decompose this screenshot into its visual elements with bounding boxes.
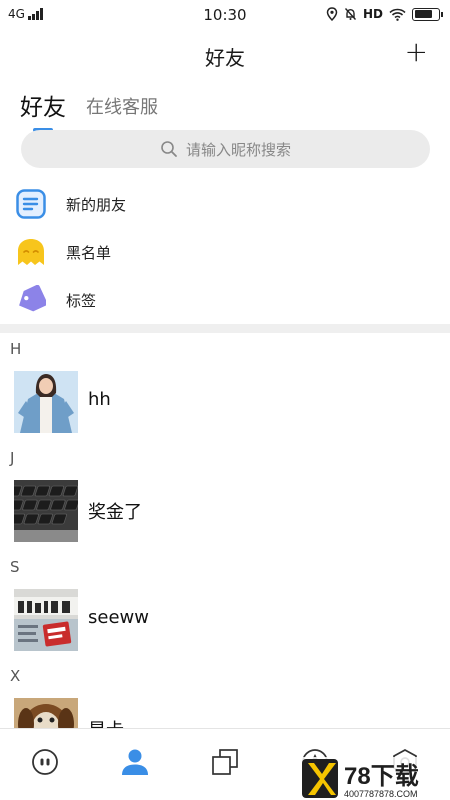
avatar-girl-denim-photo — [14, 371, 78, 433]
chat-icon — [32, 749, 58, 775]
section-divider — [0, 324, 450, 333]
nav-chat[interactable] — [30, 747, 60, 777]
blacklist-icon — [16, 237, 46, 267]
watermark-brand: 78下载 — [344, 763, 419, 790]
contact-name: seeww — [88, 607, 149, 628]
header: 好友 + — [0, 34, 450, 78]
avatar-newspaper-photo — [14, 589, 78, 651]
tab-online-service[interactable]: 在线客服 — [86, 93, 158, 122]
contact-name: 奖金了 — [88, 502, 142, 523]
nav-friends[interactable] — [120, 747, 150, 777]
tab-bar: 好友 在线客服 — [20, 82, 158, 132]
contact-row[interactable]: 奖金了 — [0, 480, 450, 542]
search-placeholder: 请输入昵称搜索 — [185, 140, 291, 159]
watermark-url: 4007787878.COM — [344, 789, 418, 799]
search-input[interactable]: 请输入昵称搜索 — [21, 130, 430, 168]
nav-square-stack[interactable] — [210, 747, 240, 777]
contact-name: hh — [88, 389, 111, 410]
section-letter-s: S — [10, 558, 20, 576]
battery-fill — [414, 10, 432, 18]
menu-label-blacklist: 黑名单 — [66, 243, 112, 262]
avatar-keyboard-photo — [14, 480, 78, 542]
menu-item-blacklist[interactable]: 黑名单 — [0, 228, 450, 276]
mute-bell-icon — [344, 8, 357, 20]
menu-item-tags[interactable]: 标签 — [0, 276, 450, 324]
wifi-icon — [389, 8, 406, 21]
search-icon — [161, 141, 177, 157]
hd-label: HD — [362, 7, 383, 21]
add-friend-button[interactable]: + — [405, 38, 428, 66]
page-title: 好友 — [205, 46, 245, 70]
tab-friends-label: 好友 — [20, 95, 66, 121]
watermark-logo: 78下载 4007787878.COM — [300, 757, 450, 800]
section-letter-j: J — [10, 449, 15, 467]
tag-icon — [16, 285, 46, 315]
friends-icon — [122, 749, 148, 775]
menu-label-tags: 标签 — [66, 291, 97, 310]
status-bar: 4G 10:30 HD — [0, 0, 450, 30]
menu-label-new-friends: 新的朋友 — [66, 195, 127, 214]
contact-row[interactable]: hh — [0, 371, 450, 433]
square-stack-icon — [212, 749, 238, 775]
tab-friends[interactable]: 好友 — [20, 88, 66, 132]
tab-online-service-label: 在线客服 — [86, 97, 158, 118]
new-friends-icon — [16, 189, 46, 219]
avatar-dog-photo — [14, 698, 78, 728]
section-letter-x: X — [10, 667, 21, 685]
section-letter-h: H — [10, 340, 22, 358]
contact-row[interactable]: seeww — [0, 589, 450, 651]
status-icons: HD — [326, 7, 443, 21]
location-icon — [326, 7, 338, 21]
battery-icon — [412, 7, 443, 21]
menu-item-new-friends[interactable]: 新的朋友 — [0, 180, 450, 228]
